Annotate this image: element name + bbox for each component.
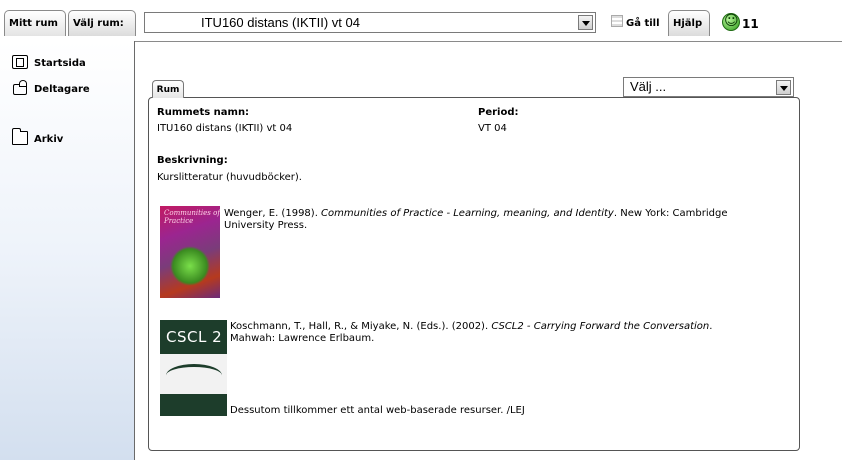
room-select-value: ITU160 distans (IKTII) vt 04: [201, 15, 360, 30]
sidebar-item-deltagare[interactable]: Deltagare: [12, 80, 90, 99]
online-count: 11: [742, 17, 759, 31]
folder-icon: [12, 128, 28, 145]
cover-title: CSCL 2: [166, 328, 223, 346]
sidebar: Startsida Deltagare Arkiv: [0, 41, 135, 460]
goto-button[interactable]: Gå till: [611, 15, 660, 33]
home-icon: [12, 55, 28, 69]
description-value: Kurslitteratur (huvudböcker).: [157, 172, 302, 183]
choose-room-tab[interactable]: Välj rum:: [68, 10, 136, 36]
book-cover-communities-of-practice: Communities of Practice: [160, 206, 220, 298]
tab-rum[interactable]: Rum: [152, 80, 184, 98]
smiley-icon: [722, 11, 740, 31]
book-cover-cscl2: CSCL 2: [160, 320, 227, 416]
goto-icon: [611, 15, 623, 27]
action-select-value: Välj ...: [630, 79, 667, 94]
online-status[interactable]: 11: [722, 11, 759, 33]
room-name-label: Rummets namn:: [157, 107, 250, 118]
dropdown-arrow-icon[interactable]: [578, 15, 593, 30]
reference-wenger: Wenger, E. (1998). Communities of Practi…: [224, 208, 728, 231]
dropdown-arrow-icon[interactable]: [776, 80, 791, 95]
sidebar-item-arkiv[interactable]: Arkiv: [12, 128, 64, 149]
top-bar: Mitt rum Välj rum: ITU160 distans (IKTII…: [0, 0, 842, 42]
sidebar-item-label: Deltagare: [34, 84, 90, 95]
cover-title: Communities of Practice: [164, 209, 220, 225]
goto-label: Gå till: [626, 18, 660, 29]
period-label: Period:: [478, 107, 519, 118]
room-select[interactable]: ITU160 distans (IKTII) vt 04: [144, 12, 596, 33]
sidebar-item-label: Arkiv: [34, 134, 64, 145]
sidebar-item-label: Startsida: [34, 58, 86, 69]
my-room-tab[interactable]: Mitt rum: [4, 10, 66, 36]
room-panel: [148, 97, 800, 451]
participants-icon: [12, 80, 28, 95]
description-label: Beskrivning:: [157, 155, 228, 166]
help-button[interactable]: Hjälp: [668, 10, 710, 36]
room-name-value: ITU160 distans (IKTII) vt 04: [157, 123, 293, 134]
footer-note: Dessutom tillkommer ett antal web-basera…: [230, 405, 525, 416]
action-select[interactable]: Välj ...: [623, 77, 794, 97]
reference-koschmann: Koschmann, T., Hall, R., & Miyake, N. (E…: [230, 321, 713, 344]
period-value: VT 04: [478, 123, 507, 134]
sidebar-item-startsida[interactable]: Startsida: [12, 55, 86, 73]
